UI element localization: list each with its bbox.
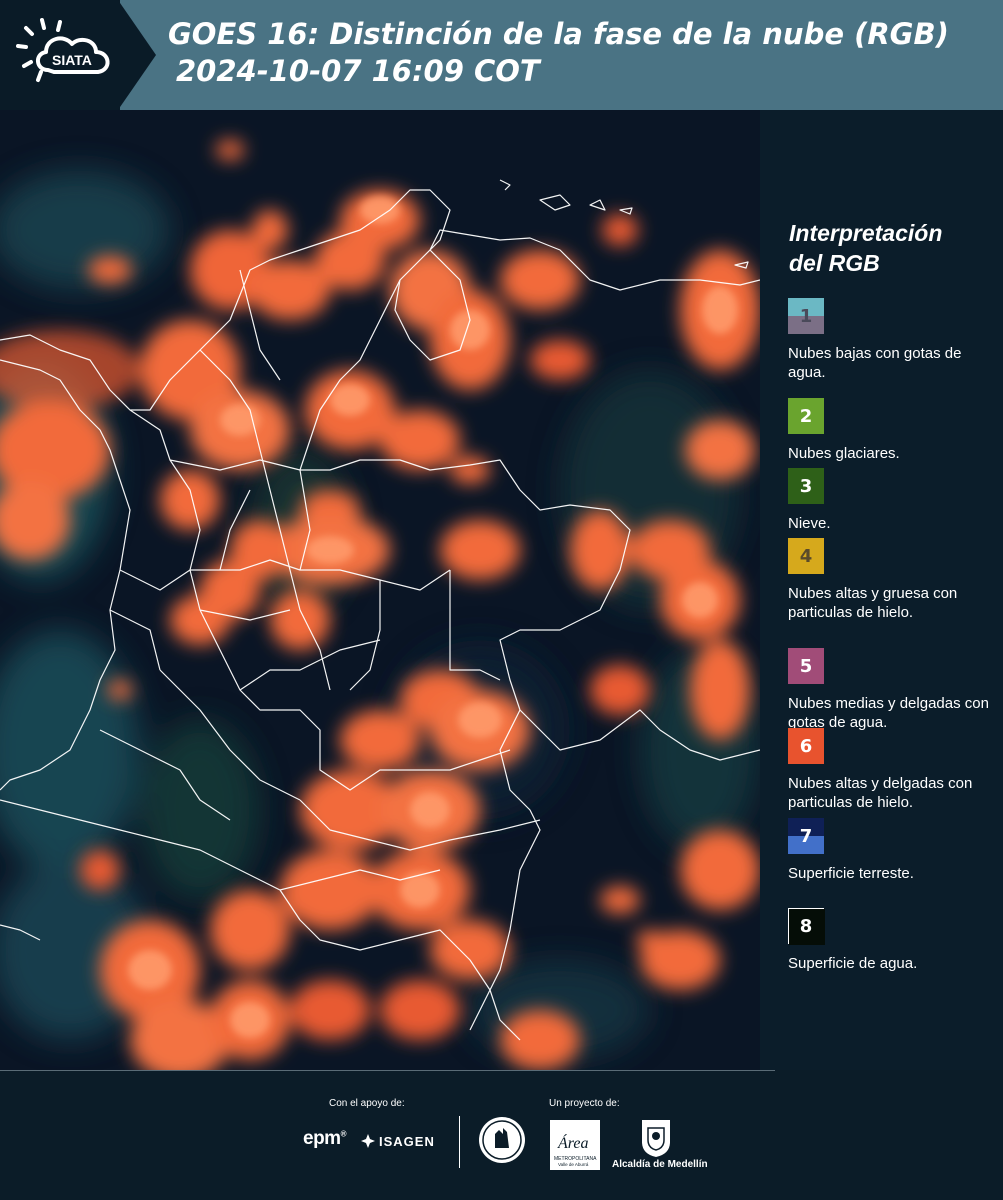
legend-swatch-3: 3 [788, 468, 824, 504]
legend-number: 6 [799, 735, 813, 757]
legend-number: 3 [799, 475, 813, 497]
legend-item-4: 4 Nubes altas y gruesa con particulas de … [788, 538, 998, 622]
support-label: Con el apoyo de: [329, 1098, 405, 1109]
legend-label: Nubes altas y delgadas con particulas de… [788, 775, 973, 811]
legend-swatch-5: 5 [788, 648, 824, 684]
legend-label: Nubes glaciares. [788, 445, 900, 462]
legend-label: Superficie terreste. [788, 865, 914, 882]
footer-divider-line [0, 1070, 775, 1071]
legend-number: 7 [799, 825, 813, 847]
legend-swatch-8: 8 [788, 908, 825, 945]
legend-panel: Interpretación del RGB 1 Nubes bajas con … [760, 110, 1003, 1070]
title-line-2: 2024-10-07 16:09 COT [176, 54, 540, 88]
legend-label: Superficie de agua. [788, 955, 918, 972]
legend-label: Nubes medias y delgadas con gotas de agu… [788, 695, 989, 731]
legend-swatch-6: 6 [788, 728, 824, 764]
satellite-map [0, 110, 760, 1070]
header-bar: SIATA GOES 16: Distinción de la fase de … [0, 0, 1003, 110]
area-metropolitana-logo: Área METROPOLITANA Valle de Aburrá [550, 1120, 600, 1170]
siata-logo: SIATA [14, 14, 126, 94]
alcaldia-shield-icon [642, 1120, 670, 1157]
siata-logo-text: SIATA [52, 52, 92, 68]
isagen-logo: ISAGEN [360, 1132, 435, 1150]
legend-number: 5 [799, 655, 813, 677]
legend-item-5: 5 Nubes medias y delgadas con gotas de ag… [788, 648, 998, 732]
legend-label: Nubes bajas con gotas de agua. [788, 345, 962, 381]
legend-number: 4 [799, 545, 813, 567]
page-title: GOES 16: Distinción de la fase de la nub… [168, 16, 949, 90]
legend-number: 2 [799, 405, 813, 427]
legend-number: 1 [799, 305, 813, 327]
alcaldia-label: Alcaldía de Medellín [612, 1159, 708, 1170]
project-label: Un proyecto de: [549, 1098, 620, 1109]
legend-item-7: 7 Superficie terreste. [788, 818, 998, 883]
legend-item-1: 1 Nubes bajas con gotas de agua. [788, 298, 998, 382]
epm-logo: epm® [303, 1128, 347, 1149]
legend-label: Nubes altas y gruesa con particulas de h… [788, 585, 958, 621]
legend-swatch-2: 2 [788, 398, 824, 434]
footer: Con el apoyo de: Un proyecto de: epm® IS… [0, 1070, 1003, 1200]
satellite-image [0, 110, 760, 1070]
legend-swatch-4: 4 [788, 538, 824, 574]
svg-text:Valle de Aburrá: Valle de Aburrá [558, 1162, 589, 1167]
footer-vertical-divider [459, 1116, 460, 1168]
title-line-1: GOES 16: Distinción de la fase de la nub… [168, 17, 949, 51]
legend-number: 8 [799, 915, 813, 937]
area-seal-icon [479, 1117, 525, 1163]
legend-swatch-7: 7 [788, 818, 824, 854]
legend-label: Nieve. [788, 515, 831, 532]
legend-title: Interpretación del RGB [789, 220, 943, 276]
legend-item-8: 8 Superficie de agua. [788, 908, 998, 973]
legend-item-2: 2 Nubes glaciares. [788, 398, 998, 463]
legend-swatch-1: 1 [788, 298, 824, 334]
legend-item-3: 3 Nieve. [788, 468, 998, 533]
legend-item-6: 6 Nubes altas y delgadas con particulas d… [788, 728, 998, 812]
svg-text:Área: Área [557, 1133, 589, 1152]
isagen-star-icon [361, 1134, 375, 1148]
